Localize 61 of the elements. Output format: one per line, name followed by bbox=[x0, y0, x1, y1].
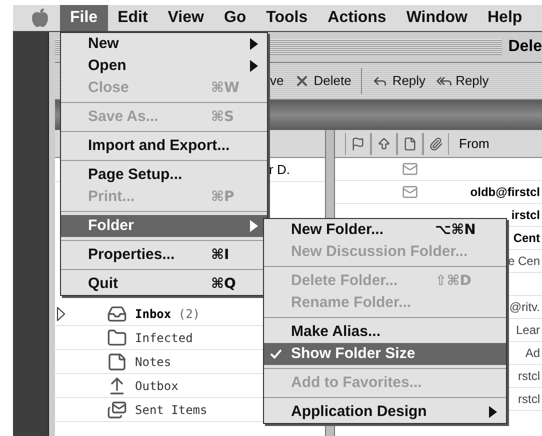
keyboard-shortcut: ⌘I bbox=[211, 246, 230, 264]
submenu-arrow-icon bbox=[250, 38, 258, 50]
submenu-arrow-icon bbox=[250, 60, 258, 72]
keyboard-shortcut: ⌘S bbox=[211, 108, 236, 126]
sender-text: irstcl bbox=[511, 207, 540, 224]
sender-text: oldb@firstcl bbox=[470, 184, 540, 201]
column-header[interactable]: From bbox=[459, 134, 490, 154]
check-icon bbox=[270, 349, 282, 359]
sender-text: Ad bbox=[525, 345, 540, 362]
menu-item[interactable]: Folder bbox=[61, 215, 267, 237]
keyboard-shortcut: ⌘Q bbox=[211, 274, 237, 294]
disclosure-triangle-icon[interactable] bbox=[57, 307, 65, 321]
menu-item[interactable]: New Folder... ⌥⌘N bbox=[264, 219, 506, 241]
menu-item[interactable]: Properties... ⌘I bbox=[61, 244, 267, 266]
note-icon bbox=[107, 352, 127, 372]
envelopes-icon bbox=[107, 400, 127, 420]
sender-text: @ritv. bbox=[509, 299, 540, 316]
sender-text: rstcl bbox=[518, 391, 540, 408]
menu-title[interactable]: Window bbox=[396, 5, 478, 31]
inbox-tray-icon bbox=[107, 304, 127, 324]
mailbox-name[interactable]: Sent Items bbox=[135, 400, 208, 418]
menu-item[interactable]: Make Alias... bbox=[264, 321, 506, 343]
menu-item[interactable]: Show Folder Size bbox=[264, 343, 506, 365]
sender-text: Cent bbox=[513, 230, 540, 247]
menu-title[interactable]: Tools bbox=[256, 5, 318, 31]
menu-item[interactable]: Page Setup... bbox=[61, 164, 267, 186]
window-title: Dele bbox=[508, 37, 542, 57]
folder-icon bbox=[107, 328, 127, 348]
keyboard-shortcut: ⌥⌘N bbox=[435, 220, 477, 240]
paperclip-icon[interactable] bbox=[429, 136, 443, 150]
sender-text: rstcl bbox=[518, 368, 540, 385]
keyboard-shortcut: ⌘W bbox=[211, 78, 240, 98]
keyboard-shortcut: ⇧⌘D bbox=[435, 272, 472, 290]
mailbox-name[interactable]: Notes bbox=[135, 352, 172, 370]
toolbar-button[interactable]: Delete bbox=[294, 71, 352, 91]
mailbox-name[interactable]: Infected bbox=[135, 328, 193, 346]
toolbar-button[interactable]: Reply bbox=[436, 71, 489, 91]
menu-title[interactable]: View bbox=[158, 5, 214, 31]
menu-item[interactable]: Open bbox=[61, 55, 267, 77]
sender-text: Lear bbox=[516, 322, 540, 339]
submenu-arrow-icon bbox=[489, 406, 497, 418]
submenu-arrow-icon bbox=[250, 220, 258, 232]
menu-item[interactable]: Import and Export... bbox=[61, 135, 267, 157]
menu-title[interactable]: Go bbox=[214, 5, 256, 31]
mailbox-name[interactable]: Inbox (2) bbox=[135, 304, 200, 322]
toolbar-button[interactable]: ve bbox=[270, 71, 284, 91]
flag-icon[interactable] bbox=[351, 136, 365, 150]
menu-item[interactable]: Application Design bbox=[264, 401, 506, 423]
apple-icon[interactable] bbox=[30, 8, 48, 28]
menu-title[interactable]: Actions bbox=[318, 5, 396, 31]
arrow-up-icon[interactable] bbox=[377, 136, 391, 150]
menu-title[interactable]: Edit bbox=[108, 5, 158, 31]
menu-item[interactable]: New bbox=[61, 33, 267, 55]
menu-item[interactable]: Quit ⌘Q bbox=[61, 273, 267, 295]
menu-title[interactable]: Help bbox=[478, 5, 532, 31]
document-icon[interactable] bbox=[403, 136, 417, 150]
menu-title[interactable]: File bbox=[60, 5, 108, 31]
toolbar-button[interactable]: Reply bbox=[372, 71, 426, 91]
mailbox-name[interactable]: Outbox bbox=[135, 376, 178, 394]
keyboard-shortcut: ⌘P bbox=[211, 188, 236, 206]
folder-name: r D. bbox=[269, 160, 290, 179]
